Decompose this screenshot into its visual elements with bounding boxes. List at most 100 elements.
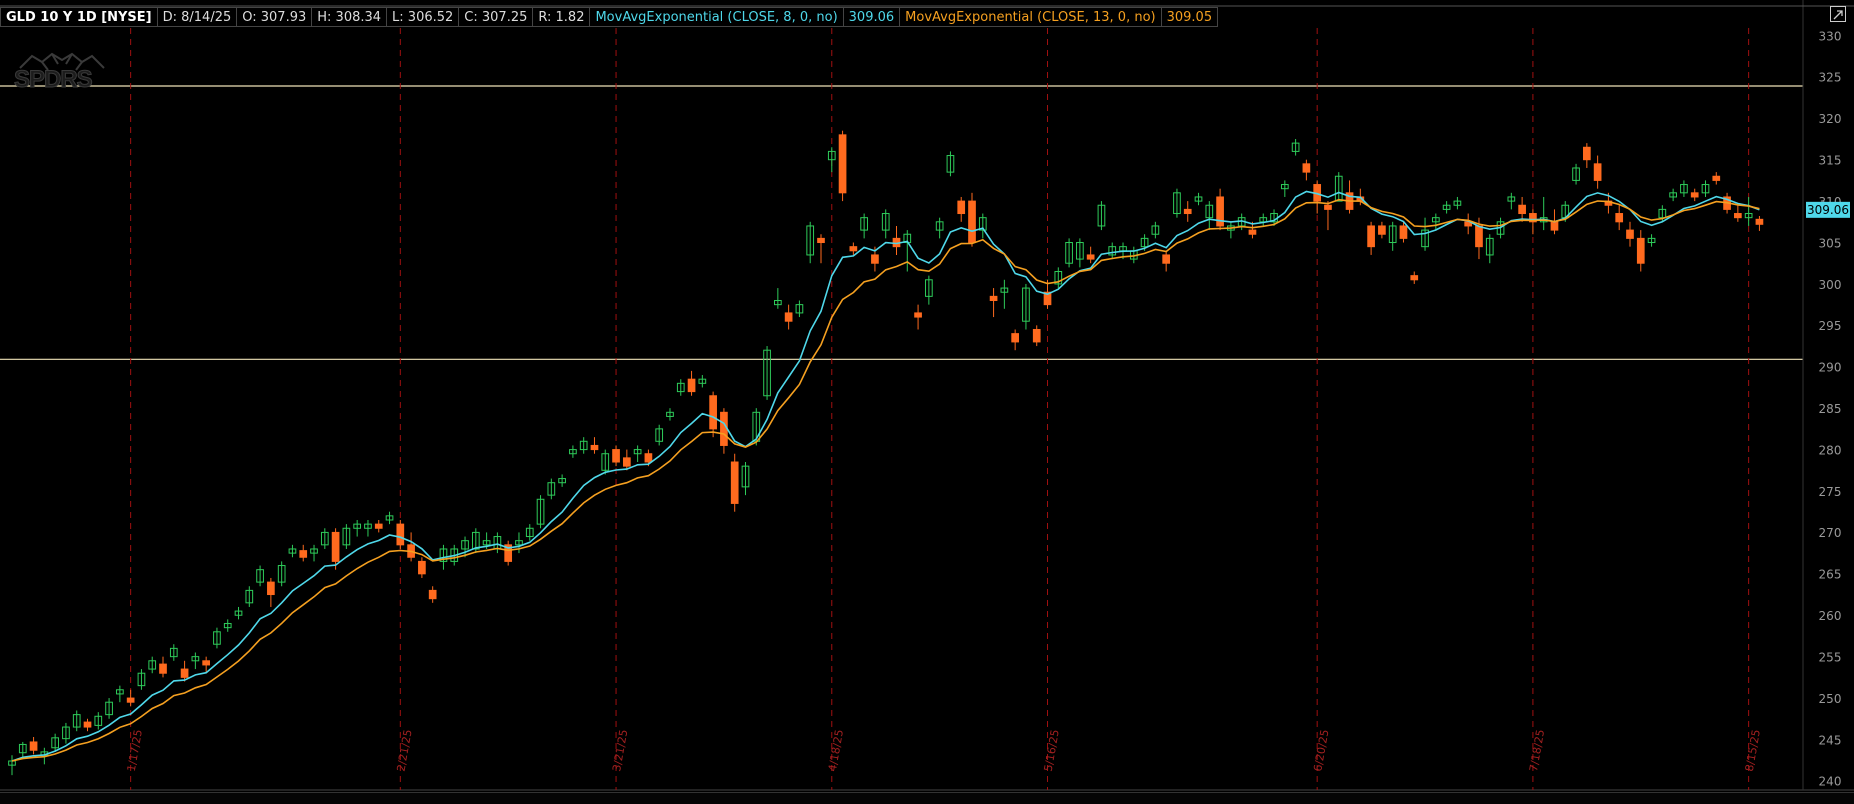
candle-body [374,523,383,529]
candle-body [730,461,739,504]
ema13-study-label[interactable]: MovAvgExponential (CLOSE, 13, 0, no) [900,7,1162,27]
candle-body [1367,225,1375,248]
candle-body [1755,218,1764,225]
candle-body [159,663,167,674]
price-tick-label: 240 [1819,775,1842,789]
candle-body [180,668,189,678]
close-readout: C: 307.25 [459,7,534,27]
horizontal-lines [0,0,1854,791]
price-tick-label: 330 [1819,29,1842,43]
candle-body [1324,204,1332,210]
candle-body [989,295,998,301]
date-axis: 1/17/25 2/21/25 3/21/25 4/18/25 5/16/25 6/20/… [125,729,1763,773]
symbol-label[interactable]: GLD 10 Y 1D [NYSE] [0,7,158,27]
date-tick-label: 7/18/25 [1527,729,1547,773]
candle-body [914,312,922,318]
last-price-label: 309.06 [1806,201,1850,218]
price-tick-label: 315 [1819,154,1842,168]
date-tick-label: 3/21/25 [610,729,630,773]
date-readout: D: 8/14/25 [157,7,238,27]
candle-body [1162,254,1171,264]
price-tick-label: 300 [1819,278,1842,292]
price-axis: 240 245 250 255 260 265 270 275 280 285 290 295 300 3… [1819,29,1842,788]
candle-body [202,660,211,666]
ema13-value: 309.05 [1161,7,1219,27]
candle-body [720,411,728,446]
date-separators [130,28,1750,790]
date-tick-label: 8/15/25 [1743,729,1763,773]
price-tick-label: 270 [1819,526,1842,540]
date-tick-label: 2/21/25 [394,729,414,773]
candle-body [622,457,631,467]
candle-body [1636,237,1645,264]
candle-body [871,254,879,264]
candle-body [1011,333,1019,343]
ema8-study-label[interactable]: MovAvgExponential (CLOSE, 8, 0, no) [590,7,844,27]
date-tick-label: 6/20/25 [1311,729,1331,773]
candle-body [1734,213,1742,219]
candle-body [396,523,405,546]
low-readout: L: 306.52 [387,7,460,27]
price-tick-label: 305 [1819,236,1842,250]
candle-body [418,560,426,575]
candle-body [1032,328,1041,343]
candle-body [331,531,340,562]
date-tick-label: 4/18/25 [826,729,846,773]
candle-body [1712,175,1721,181]
candle-body [1626,229,1634,239]
date-tick-label: 1/17/25 [125,729,145,773]
candle-body [1302,163,1311,173]
candle-body [1399,225,1408,239]
ema8-value: 309.06 [843,7,901,27]
candle-body [1518,204,1526,215]
candle-body [299,550,308,558]
open-readout: O: 307.93 [237,7,313,27]
candlestick-chart[interactable]: 240 245 250 255 260 265 270 275 280 285 290 295 300 3… [0,0,1854,803]
candle-body [1615,213,1624,223]
price-tick-label: 320 [1819,112,1842,126]
candle-body [428,589,437,600]
price-tick-label: 295 [1819,319,1842,333]
price-tick-label: 285 [1819,402,1842,416]
candle-body [1582,146,1591,161]
candle-body [1086,254,1095,260]
price-tick-label: 325 [1819,71,1842,85]
candle-body [957,200,966,215]
candle-body [838,134,847,194]
ema13-line [11,198,1760,762]
candle-body [126,697,135,703]
high-readout: H: 308.34 [312,7,388,27]
ema8-line [11,190,1760,762]
price-tick-label: 250 [1819,692,1842,706]
candle-body [267,581,275,596]
candle-body [709,395,717,430]
price-tick-label: 245 [1819,733,1842,747]
candle-body [817,237,825,244]
candle-body [590,444,599,451]
bottom-bar [0,792,1854,804]
candle-body [784,312,793,322]
candle-body [1593,163,1602,181]
range-readout: R: 1.82 [533,7,591,27]
price-tick-label: 265 [1819,568,1842,582]
date-tick-label: 5/16/25 [1042,729,1062,773]
candle-body [29,741,38,751]
price-tick-label: 255 [1819,650,1842,664]
candle-body [612,449,620,463]
chart-header: GLD 10 Y 1D [NYSE] D: 8/14/25 O: 307.93 … [0,7,1219,27]
candle-body [1248,229,1257,235]
candle-body [1183,208,1192,215]
candle-body [1378,225,1386,235]
price-tick-label: 290 [1819,361,1842,375]
moving-averages [11,190,1760,762]
logo-text: SPDRS [14,66,94,94]
candle-body [687,378,696,393]
expand-icon[interactable] [1830,6,1846,22]
candle-body [849,246,858,252]
candle-body [1550,221,1559,231]
candle-body [968,200,976,244]
candle-body [1475,225,1483,248]
price-tick-label: 260 [1819,609,1842,623]
price-tick-label: 275 [1819,485,1842,499]
candle-body [644,453,653,463]
